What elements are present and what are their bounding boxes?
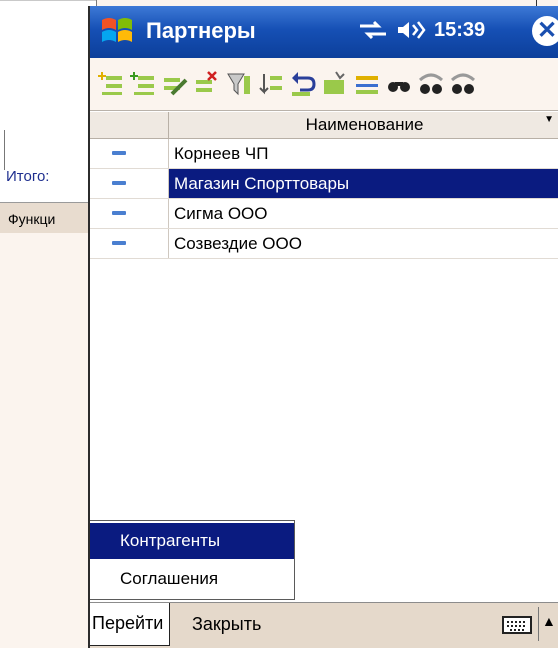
status-area: 15:39: [358, 18, 485, 42]
row-selector[interactable]: [90, 169, 169, 198]
table-row[interactable]: Созвездие ООО: [90, 229, 558, 259]
connectivity-icon[interactable]: [358, 18, 388, 42]
functions-menu[interactable]: Функци: [8, 211, 55, 227]
close-menu-button[interactable]: Закрыть: [192, 603, 261, 645]
partner-name[interactable]: Корнеев ЧП: [174, 144, 268, 164]
row-selector[interactable]: [90, 199, 169, 228]
soft-key-menu-bar: Перейти Закрыть ▲: [90, 602, 558, 648]
undo-icon[interactable]: [290, 70, 316, 98]
close-button[interactable]: ✕: [532, 16, 558, 46]
find-prev-icon[interactable]: [450, 70, 476, 98]
app-title: Партнеры: [146, 18, 256, 43]
total-label: Итого:: [6, 168, 50, 185]
keyboard-icon[interactable]: [502, 615, 532, 635]
partner-name[interactable]: Сигма ООО: [174, 204, 268, 224]
row-marker-icon: [112, 151, 126, 155]
clock[interactable]: 15:39: [434, 19, 485, 42]
background-window-border: [0, 0, 96, 1]
table-row[interactable]: Магазин Спорттовары: [90, 169, 558, 199]
refresh-icon[interactable]: [322, 70, 348, 98]
input-method-arrow-icon[interactable]: ▲: [542, 613, 556, 629]
partner-name[interactable]: Созвездие ООО: [174, 234, 302, 254]
row-selector[interactable]: [90, 229, 169, 258]
partners-grid: Наименование ▼ Корнеев ЧП Магазин Спортт…: [90, 112, 558, 259]
find-next-icon[interactable]: [418, 70, 444, 98]
menu-item-contractors[interactable]: Контрагенты: [90, 523, 294, 559]
menu-item-label: Соглашения: [120, 569, 219, 588]
menu-item-label: Контрагенты: [120, 531, 221, 550]
sort-arrow-icon[interactable]: ▼: [544, 114, 554, 125]
background-menu-bar: Функци: [0, 202, 96, 233]
partner-name[interactable]: Магазин Спорттовары: [174, 174, 349, 194]
windows-start-icon[interactable]: [98, 12, 136, 50]
toolbar: [90, 58, 558, 111]
row-selector[interactable]: [90, 139, 169, 168]
input-panel-divider: [538, 607, 539, 641]
grid-header: Наименование ▼: [90, 112, 558, 139]
title-bar: Партнеры 15:39 ✕: [90, 6, 558, 58]
find-icon[interactable]: [386, 70, 412, 98]
goto-menu-button[interactable]: Перейти: [90, 603, 171, 646]
column-header-name[interactable]: Наименование: [169, 112, 558, 138]
volume-icon[interactable]: [396, 18, 426, 42]
row-marker-icon: [112, 241, 126, 245]
background-window: Итого: Функци: [0, 0, 97, 233]
edit-icon[interactable]: [162, 70, 188, 98]
move-icon[interactable]: [354, 70, 380, 98]
add-subitem-icon[interactable]: [130, 70, 156, 98]
row-marker-icon: [112, 211, 126, 215]
add-item-icon[interactable]: [98, 70, 124, 98]
goto-popup-menu: Контрагенты Соглашения: [90, 520, 295, 600]
filter-icon[interactable]: [226, 70, 252, 98]
row-marker-icon: [112, 181, 126, 185]
pocket-pc-screen: Партнеры 15:39 ✕ Наименование ▼ Корнеев …: [88, 6, 558, 648]
table-row[interactable]: Корнеев ЧП: [90, 139, 558, 169]
table-row[interactable]: Сигма ООО: [90, 199, 558, 229]
selector-column-header[interactable]: [90, 112, 169, 138]
background-divider: [4, 130, 5, 170]
menu-item-agreements[interactable]: Соглашения: [90, 561, 294, 597]
sort-icon[interactable]: [258, 70, 284, 98]
delete-icon[interactable]: [194, 70, 220, 98]
